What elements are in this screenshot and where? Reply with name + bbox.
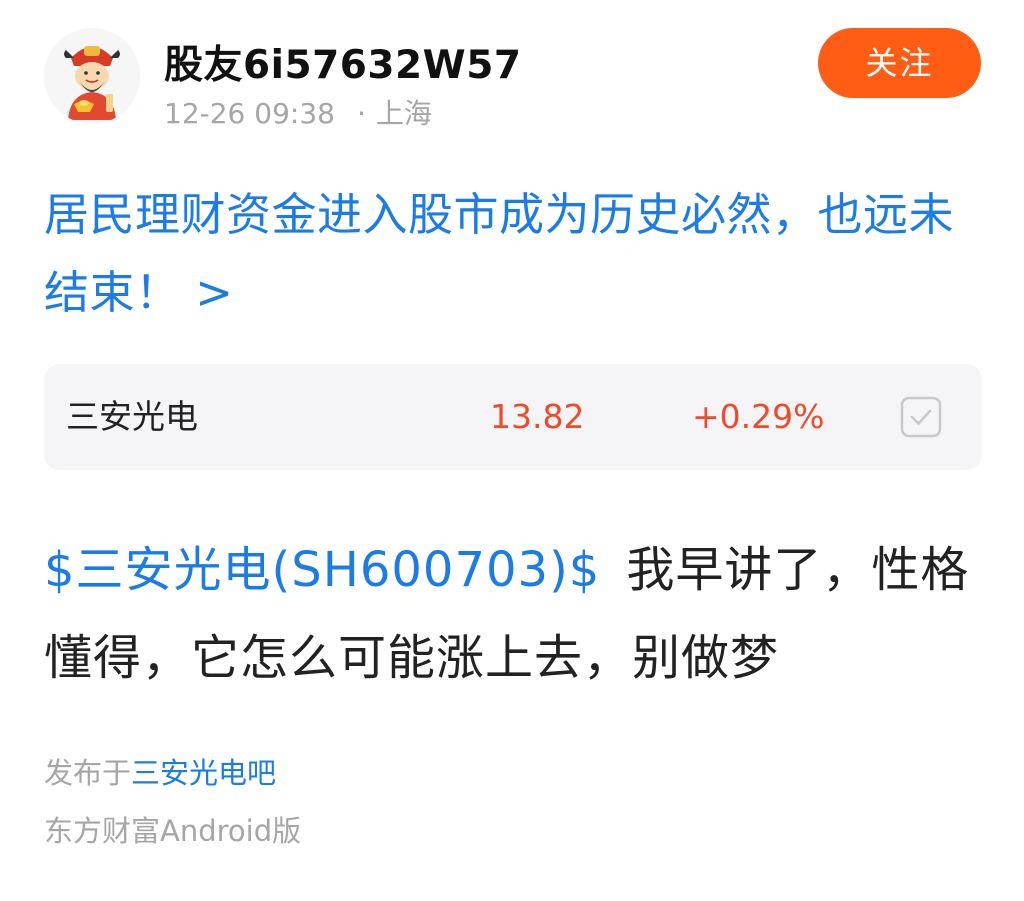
check-square-icon[interactable] bbox=[900, 396, 942, 438]
post-time: 12-26 09:38 bbox=[164, 97, 335, 130]
follow-button[interactable]: 关注 bbox=[818, 28, 981, 98]
client-source: 东方财富Android版 bbox=[44, 814, 302, 848]
post-meta: 12-26 09:38 · 上海 bbox=[164, 92, 432, 132]
stock-quote-card[interactable]: 三安光电 13.82 +0.29% bbox=[44, 364, 982, 470]
published-prefix: 发布于 bbox=[44, 756, 132, 790]
stock-price: 13.82 bbox=[490, 397, 585, 436]
author-name[interactable]: 股友6i57632W57 bbox=[164, 34, 521, 90]
stock-change: +0.29% bbox=[692, 397, 825, 436]
stock-name: 三安光电 bbox=[66, 397, 198, 436]
post-body: $三安光电(SH600703)$ 我早讲了，性格懂得，它怎么可能涨上去，别做梦 bbox=[44, 526, 984, 702]
fortune-god-avatar-icon bbox=[44, 28, 140, 124]
post-location: 上海 bbox=[375, 97, 432, 130]
post-title-link[interactable]: 居民理财资金进入股市成为历史必然，也远未结束！ > bbox=[44, 176, 984, 332]
forum-link[interactable]: 三安光电吧 bbox=[131, 756, 276, 790]
avatar[interactable] bbox=[44, 28, 140, 124]
meta-separator: · bbox=[356, 97, 366, 130]
post-header: 股友6i57632W57 12-26 09:38 · 上海 关注 bbox=[44, 28, 984, 130]
stock-tag-link[interactable]: $三安光电(SH600703)$ bbox=[44, 542, 600, 598]
published-in: 发布于三安光电吧 bbox=[44, 750, 276, 792]
